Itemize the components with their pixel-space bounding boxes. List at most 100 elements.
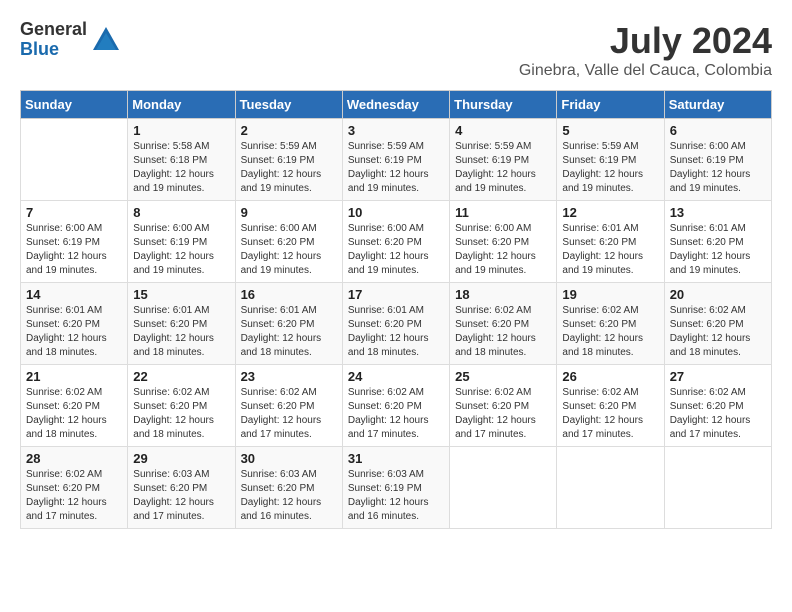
calendar-week-2: 7 Sunrise: 6:00 AMSunset: 6:19 PMDaylight… <box>21 201 772 283</box>
calendar-cell: 3 Sunrise: 5:59 AMSunset: 6:19 PMDaylight… <box>342 119 449 201</box>
calendar-week-3: 14 Sunrise: 6:01 AMSunset: 6:20 PMDayligh… <box>21 283 772 365</box>
calendar-cell: 19Sunrise: 6:02 AMSunset: 6:20 PMDayligh… <box>557 283 664 365</box>
day-number: 3 <box>348 123 444 138</box>
calendar-cell: 16 Sunrise: 6:01 AMSunset: 6:20 PMDayligh… <box>235 283 342 365</box>
calendar-cell <box>664 447 771 529</box>
day-info: Sunrise: 6:00 AMSunset: 6:19 PMDaylight:… <box>133 222 229 278</box>
calendar-cell: 13Sunrise: 6:01 AMSunset: 6:20 PMDayligh… <box>664 201 771 283</box>
day-info: Sunrise: 6:02 AMSunset: 6:20 PMDaylight:… <box>455 304 551 360</box>
calendar-cell: 6 Sunrise: 6:00 AMSunset: 6:19 PMDaylight… <box>664 119 771 201</box>
day-info: Sunrise: 6:01 AMSunset: 6:20 PMDaylight:… <box>241 304 337 360</box>
day-number: 1 <box>133 123 229 138</box>
calendar-cell: 26Sunrise: 6:02 AMSunset: 6:20 PMDayligh… <box>557 365 664 447</box>
day-number: 21 <box>26 369 122 384</box>
calendar-cell: 22 Sunrise: 6:02 AMSunset: 6:20 PMDayligh… <box>128 365 235 447</box>
day-info: Sunrise: 5:59 AMSunset: 6:19 PMDaylight:… <box>241 140 337 196</box>
day-info: Sunrise: 6:02 AMSunset: 6:20 PMDaylight:… <box>348 386 444 442</box>
day-info: Sunrise: 6:00 AMSunset: 6:20 PMDaylight:… <box>455 222 551 278</box>
calendar-cell: 9 Sunrise: 6:00 AMSunset: 6:20 PMDaylight… <box>235 201 342 283</box>
day-number: 7 <box>26 205 122 220</box>
day-number: 17 <box>348 287 444 302</box>
day-number: 28 <box>26 451 122 466</box>
day-info: Sunrise: 6:02 AMSunset: 6:20 PMDaylight:… <box>562 386 658 442</box>
calendar-cell <box>450 447 557 529</box>
day-number: 18 <box>455 287 551 302</box>
header-monday: Monday <box>128 91 235 119</box>
day-info: Sunrise: 6:02 AMSunset: 6:20 PMDaylight:… <box>455 386 551 442</box>
header-sunday: Sunday <box>21 91 128 119</box>
day-number: 23 <box>241 369 337 384</box>
day-number: 10 <box>348 205 444 220</box>
day-info: Sunrise: 6:03 AMSunset: 6:20 PMDaylight:… <box>133 468 229 524</box>
day-number: 6 <box>670 123 766 138</box>
day-info: Sunrise: 5:58 AMSunset: 6:18 PMDaylight:… <box>133 140 229 196</box>
day-info: Sunrise: 6:03 AMSunset: 6:20 PMDaylight:… <box>241 468 337 524</box>
header-thursday: Thursday <box>450 91 557 119</box>
day-info: Sunrise: 6:02 AMSunset: 6:20 PMDaylight:… <box>26 386 122 442</box>
day-info: Sunrise: 6:00 AMSunset: 6:20 PMDaylight:… <box>241 222 337 278</box>
calendar-cell: 21 Sunrise: 6:02 AMSunset: 6:20 PMDayligh… <box>21 365 128 447</box>
calendar-cell <box>21 119 128 201</box>
day-number: 30 <box>241 451 337 466</box>
day-number: 19 <box>562 287 658 302</box>
day-info: Sunrise: 5:59 AMSunset: 6:19 PMDaylight:… <box>455 140 551 196</box>
day-info: Sunrise: 6:02 AMSunset: 6:20 PMDaylight:… <box>670 304 766 360</box>
calendar-cell: 1 Sunrise: 5:58 AMSunset: 6:18 PMDaylight… <box>128 119 235 201</box>
logo: General Blue <box>20 20 121 60</box>
calendar-cell: 8 Sunrise: 6:00 AMSunset: 6:19 PMDaylight… <box>128 201 235 283</box>
day-number: 24 <box>348 369 444 384</box>
header: General Blue July 2024 Ginebra, Valle de… <box>20 20 772 80</box>
calendar-cell: 28Sunrise: 6:02 AMSunset: 6:20 PMDayligh… <box>21 447 128 529</box>
header-wednesday: Wednesday <box>342 91 449 119</box>
day-info: Sunrise: 5:59 AMSunset: 6:19 PMDaylight:… <box>562 140 658 196</box>
day-info: Sunrise: 5:59 AMSunset: 6:19 PMDaylight:… <box>348 140 444 196</box>
calendar-cell: 31Sunrise: 6:03 AMSunset: 6:19 PMDayligh… <box>342 447 449 529</box>
logo-blue: Blue <box>20 40 87 60</box>
calendar-cell: 12Sunrise: 6:01 AMSunset: 6:20 PMDayligh… <box>557 201 664 283</box>
day-info: Sunrise: 6:01 AMSunset: 6:20 PMDaylight:… <box>26 304 122 360</box>
day-number: 11 <box>455 205 551 220</box>
calendar-cell: 30 Sunrise: 6:03 AMSunset: 6:20 PMDayligh… <box>235 447 342 529</box>
header-tuesday: Tuesday <box>235 91 342 119</box>
calendar-cell: 17Sunrise: 6:01 AMSunset: 6:20 PMDayligh… <box>342 283 449 365</box>
day-number: 15 <box>133 287 229 302</box>
day-number: 22 <box>133 369 229 384</box>
day-number: 13 <box>670 205 766 220</box>
calendar-header-row: SundayMondayTuesdayWednesdayThursdayFrid… <box>21 91 772 119</box>
day-number: 16 <box>241 287 337 302</box>
day-number: 25 <box>455 369 551 384</box>
day-number: 14 <box>26 287 122 302</box>
calendar-cell: 11 Sunrise: 6:00 AMSunset: 6:20 PMDayligh… <box>450 201 557 283</box>
day-info: Sunrise: 6:02 AMSunset: 6:20 PMDaylight:… <box>133 386 229 442</box>
calendar-week-1: 1 Sunrise: 5:58 AMSunset: 6:18 PMDaylight… <box>21 119 772 201</box>
day-info: Sunrise: 6:03 AMSunset: 6:19 PMDaylight:… <box>348 468 444 524</box>
calendar-cell: 29Sunrise: 6:03 AMSunset: 6:20 PMDayligh… <box>128 447 235 529</box>
calendar-cell: 27Sunrise: 6:02 AMSunset: 6:20 PMDayligh… <box>664 365 771 447</box>
logo-general: General <box>20 20 87 40</box>
logo-icon <box>91 25 121 55</box>
day-number: 27 <box>670 369 766 384</box>
subtitle: Ginebra, Valle del Cauca, Colombia <box>519 62 772 80</box>
header-friday: Friday <box>557 91 664 119</box>
calendar-cell: 20 Sunrise: 6:02 AMSunset: 6:20 PMDayligh… <box>664 283 771 365</box>
day-number: 2 <box>241 123 337 138</box>
day-number: 20 <box>670 287 766 302</box>
day-number: 12 <box>562 205 658 220</box>
main-title: July 2024 <box>519 20 772 62</box>
calendar-week-4: 21 Sunrise: 6:02 AMSunset: 6:20 PMDayligh… <box>21 365 772 447</box>
calendar-cell: 15Sunrise: 6:01 AMSunset: 6:20 PMDayligh… <box>128 283 235 365</box>
day-info: Sunrise: 6:02 AMSunset: 6:20 PMDaylight:… <box>241 386 337 442</box>
calendar-cell: 24 Sunrise: 6:02 AMSunset: 6:20 PMDayligh… <box>342 365 449 447</box>
day-number: 9 <box>241 205 337 220</box>
header-saturday: Saturday <box>664 91 771 119</box>
day-number: 4 <box>455 123 551 138</box>
day-info: Sunrise: 6:00 AMSunset: 6:19 PMDaylight:… <box>26 222 122 278</box>
title-area: July 2024 Ginebra, Valle del Cauca, Colo… <box>519 20 772 80</box>
calendar-cell: 10Sunrise: 6:00 AMSunset: 6:20 PMDayligh… <box>342 201 449 283</box>
calendar-cell: 18 Sunrise: 6:02 AMSunset: 6:20 PMDayligh… <box>450 283 557 365</box>
calendar-cell <box>557 447 664 529</box>
calendar-cell: 25 Sunrise: 6:02 AMSunset: 6:20 PMDayligh… <box>450 365 557 447</box>
day-number: 8 <box>133 205 229 220</box>
day-info: Sunrise: 6:00 AMSunset: 6:19 PMDaylight:… <box>670 140 766 196</box>
calendar-cell: 5Sunrise: 5:59 AMSunset: 6:19 PMDaylight… <box>557 119 664 201</box>
